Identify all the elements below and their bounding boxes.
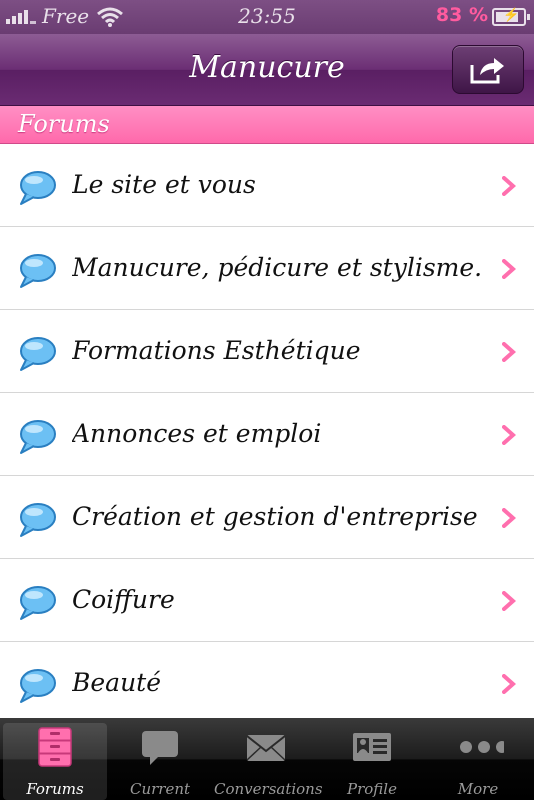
forum-row-formations-esthetique[interactable]: Formations Esthétique	[0, 310, 534, 393]
speech-bubble-icon	[20, 586, 56, 620]
speech-bubble-icon	[20, 254, 56, 288]
tab-label: Profile	[347, 780, 397, 798]
tab-label: Conversations	[214, 780, 323, 798]
forum-row-beaute[interactable]: Beauté	[0, 642, 534, 718]
battery-percent: 83 %	[435, 4, 488, 26]
forum-label: Coiffure	[72, 585, 175, 614]
share-icon	[470, 57, 504, 83]
forum-label: Beauté	[72, 668, 162, 697]
chevron-right-icon	[502, 259, 516, 279]
chevron-right-icon	[502, 342, 516, 362]
speech-bubble-icon	[20, 503, 56, 537]
section-header: Forums	[0, 106, 534, 144]
navigation-bar: Manucure	[0, 34, 534, 106]
forum-label: Manucure, pédicure et stylisme...	[72, 253, 482, 282]
chevron-right-icon	[502, 591, 516, 611]
id-card-icon	[353, 733, 391, 761]
tab-more[interactable]: More	[426, 723, 530, 800]
share-button[interactable]	[452, 45, 524, 94]
forum-label: Annonces et emploi	[72, 419, 322, 448]
tab-label: Forums	[26, 780, 84, 798]
envelope-icon	[246, 735, 286, 761]
more-icon	[460, 741, 504, 753]
battery-icon: ⚡	[492, 8, 530, 26]
forum-label: Le site et vous	[72, 170, 256, 199]
tab-profile[interactable]: Profile	[320, 723, 424, 800]
forum-row-annonces-et-emploi[interactable]: Annonces et emploi	[0, 393, 534, 476]
section-title: Forums	[18, 110, 110, 138]
charging-bolt-icon: ⚡	[503, 8, 520, 23]
chevron-right-icon	[502, 176, 516, 196]
chevron-right-icon	[502, 674, 516, 694]
tab-bar: Forums Current Conversations Profile Mor…	[0, 718, 534, 800]
tab-forums[interactable]: Forums	[3, 723, 107, 800]
tab-conversations[interactable]: Conversations	[214, 723, 323, 800]
speech-bubble-icon	[20, 337, 56, 371]
forum-row-manucure-pedicure[interactable]: Manucure, pédicure et stylisme...	[0, 227, 534, 310]
forum-row-le-site-et-vous[interactable]: Le site et vous	[0, 144, 534, 227]
tab-current[interactable]: Current	[108, 723, 212, 800]
forum-label: Formations Esthétique	[72, 336, 361, 365]
chevron-right-icon	[502, 508, 516, 528]
chevron-right-icon	[502, 425, 516, 445]
speech-bubble-icon	[142, 731, 178, 765]
drawer-icon	[38, 727, 72, 767]
speech-bubble-icon	[20, 171, 56, 205]
forum-label: Création et gestion d'entreprise	[72, 502, 478, 531]
forum-row-coiffure[interactable]: Coiffure	[0, 559, 534, 642]
speech-bubble-icon	[20, 420, 56, 454]
forum-row-creation-entreprise[interactable]: Création et gestion d'entreprise	[0, 476, 534, 559]
tab-label: More	[457, 780, 499, 798]
tab-label: Current	[129, 780, 191, 798]
forum-list: Le site et vous Manucure, pédicure et st…	[0, 144, 534, 718]
status-bar: Free 23:55 83 % ⚡	[0, 0, 534, 34]
speech-bubble-icon	[20, 669, 56, 703]
